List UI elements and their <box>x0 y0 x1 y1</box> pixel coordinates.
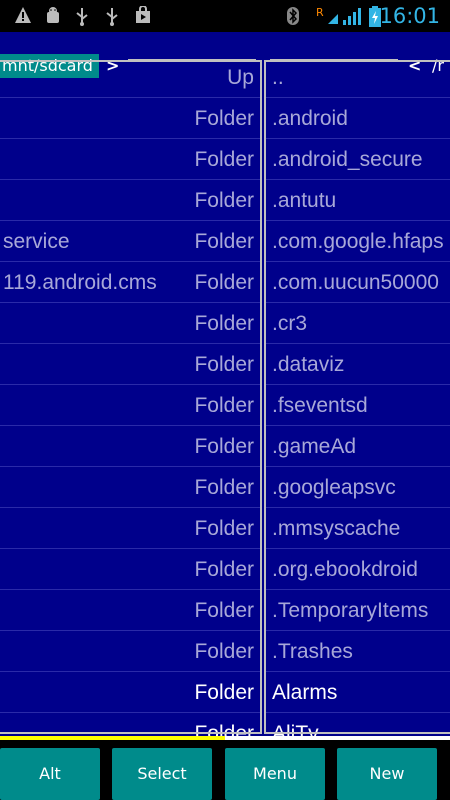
new-button[interactable]: New <box>337 748 437 800</box>
data-roaming-icon: R <box>316 6 338 26</box>
right-pane-border <box>264 60 450 734</box>
android-debug-icon <box>44 6 62 26</box>
svg-text:R: R <box>316 6 324 19</box>
select-button[interactable]: Select <box>112 748 212 800</box>
left-pane-border <box>0 60 262 734</box>
warning-icon <box>14 6 32 26</box>
bluetooth-icon <box>286 6 300 26</box>
shopping-bag-icon <box>134 5 152 26</box>
menu-button[interactable]: Menu <box>225 748 325 800</box>
bottom-toolbar: Alt Select Menu New <box>0 740 450 800</box>
left-pane[interactable]: Up Folder Folder Folder service Folder 119.and… <box>0 32 262 740</box>
usb-icon <box>104 6 120 26</box>
signal-icon <box>342 6 364 26</box>
status-bar: R 16:01 <box>0 0 450 32</box>
file-panes: Up Folder Folder Folder service Folder 119.and… <box>0 32 450 740</box>
clock: 16:01 <box>379 4 440 28</box>
usb-icon <box>74 6 90 26</box>
right-pane[interactable]: .. .android .android_secure .antutu .com.goo… <box>264 32 450 740</box>
alt-button[interactable]: Alt <box>0 748 100 800</box>
